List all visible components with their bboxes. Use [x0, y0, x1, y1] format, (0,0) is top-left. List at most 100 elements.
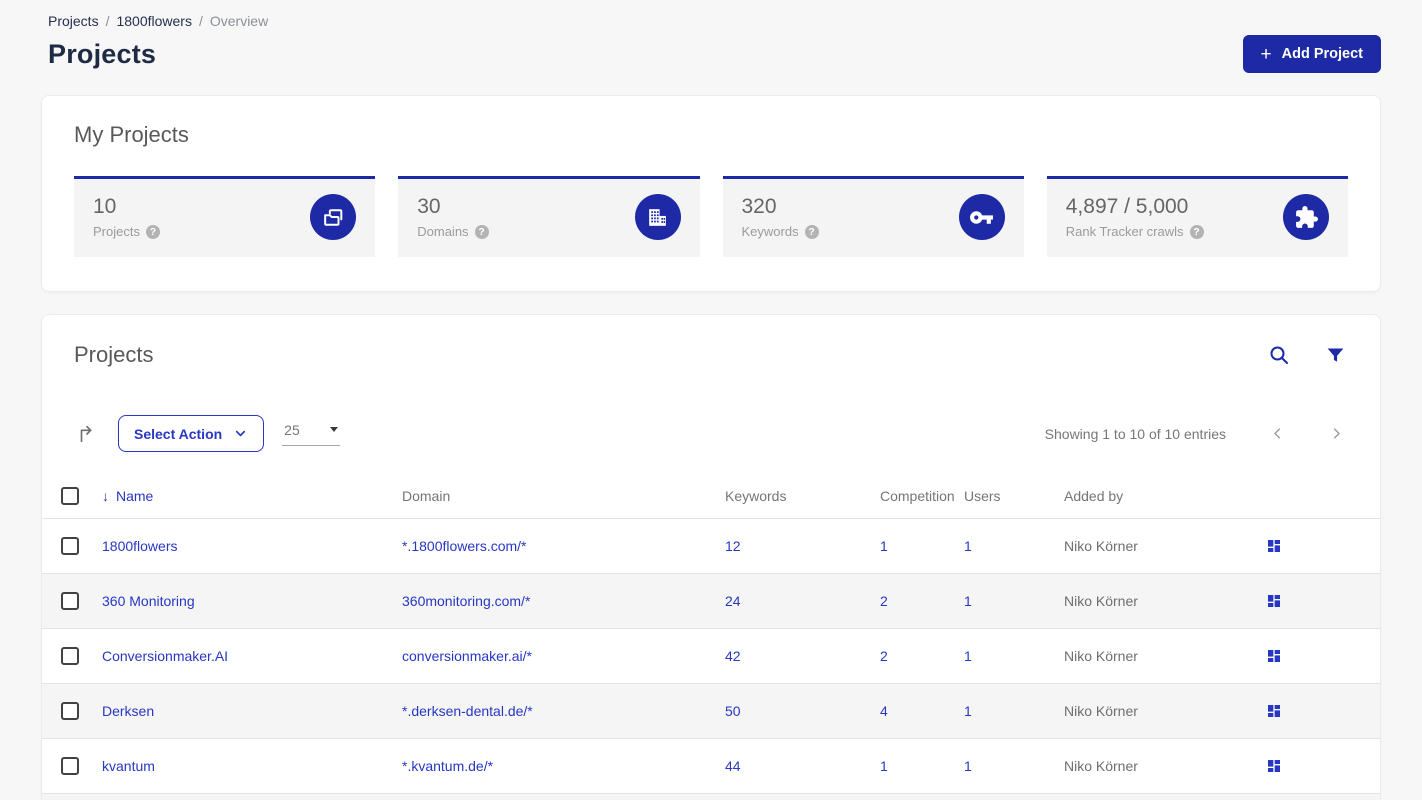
add-project-button[interactable]: + Add Project: [1242, 35, 1381, 73]
search-icon: [1270, 346, 1288, 364]
my-projects-card: My Projects 10 Projects ? 30 Domains ? 3…: [41, 95, 1381, 292]
project-dashboard-button[interactable]: [1264, 701, 1284, 721]
project-name-link[interactable]: kvantum: [102, 758, 155, 774]
help-icon[interactable]: ?: [145, 224, 160, 239]
project-name-link[interactable]: 1800flowers: [102, 538, 178, 554]
pagination-prev-button[interactable]: [1266, 422, 1289, 445]
project-name-link[interactable]: 360 Monitoring: [102, 593, 195, 609]
domains-label: Domains: [417, 224, 469, 239]
select-action-dropdown[interactable]: Select Action: [118, 415, 265, 452]
column-header-keywords[interactable]: Keywords: [725, 488, 880, 504]
competition-count-link[interactable]: 4: [880, 703, 888, 719]
sort-desc-icon: ↓: [102, 488, 109, 504]
projects-label: Projects: [93, 224, 140, 239]
keywords-count-link[interactable]: 12: [725, 538, 741, 554]
dashboard-icon: [1268, 595, 1280, 607]
column-header-domain[interactable]: Domain: [402, 488, 725, 504]
added-by-cell: Niko Körner: [1064, 758, 1138, 774]
page-title: Projects: [48, 38, 157, 69]
filter-icon: [1327, 348, 1344, 362]
row-checkbox[interactable]: [61, 757, 79, 775]
added-by-cell: Niko Körner: [1064, 703, 1138, 719]
keywords-count-link[interactable]: 44: [725, 758, 741, 774]
table-row: Conversionmaker.AI conversionmaker.ai/* …: [42, 628, 1380, 683]
select-action-label: Select Action: [134, 425, 223, 442]
users-count-link[interactable]: 1: [964, 703, 972, 719]
dashboard-icon: [1268, 540, 1280, 552]
project-domain-link[interactable]: 360monitoring.com/*: [402, 593, 530, 609]
added-by-cell: Niko Körner: [1064, 648, 1138, 664]
breadcrumb-project[interactable]: 1800flowers: [116, 13, 192, 29]
project-dashboard-button[interactable]: [1264, 646, 1284, 666]
dashboard-icon: [1268, 705, 1280, 717]
competition-count-link[interactable]: 1: [880, 758, 888, 774]
project-domain-link[interactable]: *.derksen-dental.de/*: [402, 703, 533, 719]
select-all-checkbox[interactable]: [61, 487, 79, 505]
keywords-count-link[interactable]: 42: [725, 648, 741, 664]
help-icon[interactable]: ?: [474, 224, 489, 239]
help-icon[interactable]: ?: [1189, 224, 1204, 239]
export-button[interactable]: [74, 421, 100, 447]
table-header-row: ↓ Name Domain Keywords Competition Users…: [42, 474, 1380, 518]
page-header: Projects + Add Project: [41, 35, 1381, 73]
competition-count-link[interactable]: 1: [880, 538, 888, 554]
row-checkbox[interactable]: [61, 537, 79, 555]
crawls-label: Rank Tracker crawls: [1065, 224, 1184, 239]
domains-icon: [634, 194, 681, 240]
table-row: kvantum *.kvantum.de/* 44 1 1 Niko Körne…: [42, 738, 1380, 793]
table-row: 1800flowers *.1800flowers.com/* 12 1 1 N…: [42, 518, 1380, 573]
search-button[interactable]: [1265, 341, 1293, 369]
project-domain-link[interactable]: conversionmaker.ai/*: [402, 648, 532, 664]
competition-count-link[interactable]: 2: [880, 648, 888, 664]
project-name-link[interactable]: Derksen: [102, 703, 154, 719]
projects-table: ↓ Name Domain Keywords Competition Users…: [42, 474, 1380, 800]
users-count-link[interactable]: 1: [964, 593, 972, 609]
users-count-link[interactable]: 1: [964, 758, 972, 774]
project-domain-link[interactable]: *.1800flowers.com/*: [402, 538, 527, 554]
breadcrumb-overview: Overview: [209, 13, 269, 29]
select-arrow-icon: [330, 427, 339, 432]
column-header-name[interactable]: ↓ Name: [102, 488, 402, 504]
pagination-next-button[interactable]: [1325, 422, 1348, 445]
stats-row: 10 Projects ? 30 Domains ? 320 Keywords …: [74, 176, 1348, 257]
table-controls: Select Action 25 Showing 1 to 10 of 10 e…: [42, 415, 1380, 452]
projects-panel-title: Projects: [74, 342, 154, 367]
keywords-count-link[interactable]: 24: [725, 593, 741, 609]
table-row: Derksen *.derksen-dental.de/* 50 4 1 Nik…: [42, 683, 1380, 738]
column-header-users[interactable]: Users: [964, 488, 1064, 504]
added-by-cell: Niko Körner: [1064, 593, 1138, 609]
row-checkbox[interactable]: [61, 702, 79, 720]
stat-tile-crawls: 4,897 / 5,000 Rank Tracker crawls ?: [1046, 176, 1348, 257]
project-dashboard-button[interactable]: [1264, 591, 1284, 611]
column-header-competition[interactable]: Competition: [880, 488, 964, 504]
row-checkbox[interactable]: [61, 592, 79, 610]
filter-button[interactable]: [1323, 343, 1348, 368]
table-row: [42, 793, 1380, 800]
my-projects-title: My Projects: [74, 122, 189, 147]
breadcrumb-projects[interactable]: Projects: [48, 13, 99, 29]
project-name-link[interactable]: Conversionmaker.AI: [102, 648, 228, 664]
users-count-link[interactable]: 1: [964, 538, 972, 554]
users-count-link[interactable]: 1: [964, 648, 972, 664]
keywords-label: Keywords: [741, 224, 799, 239]
plus-icon: +: [1260, 43, 1272, 65]
table-row: 360 Monitoring 360monitoring.com/* 24 2 …: [42, 573, 1380, 628]
column-header-added-by[interactable]: Added by: [1064, 488, 1264, 504]
keywords-count-link[interactable]: 50: [725, 703, 741, 719]
breadcrumb: Projects / 1800flowers / Overview: [48, 0, 1381, 29]
export-arrow-icon: [80, 425, 92, 442]
help-icon[interactable]: ?: [804, 224, 819, 239]
projects-count: 10: [93, 195, 117, 218]
breadcrumb-separator: /: [198, 13, 203, 29]
puzzle-icon: [1283, 194, 1329, 240]
stat-tile-keywords: 320 Keywords ?: [722, 176, 1024, 257]
project-dashboard-button[interactable]: [1264, 536, 1284, 556]
domains-count: 30: [417, 195, 441, 218]
projects-icon: [310, 194, 357, 240]
project-dashboard-button[interactable]: [1264, 756, 1284, 776]
competition-count-link[interactable]: 2: [880, 593, 888, 609]
project-domain-link[interactable]: *.kvantum.de/*: [402, 758, 493, 774]
row-checkbox[interactable]: [61, 647, 79, 665]
page-size-select[interactable]: 25: [282, 422, 341, 446]
crawls-count: 4,897 / 5,000: [1065, 195, 1189, 218]
